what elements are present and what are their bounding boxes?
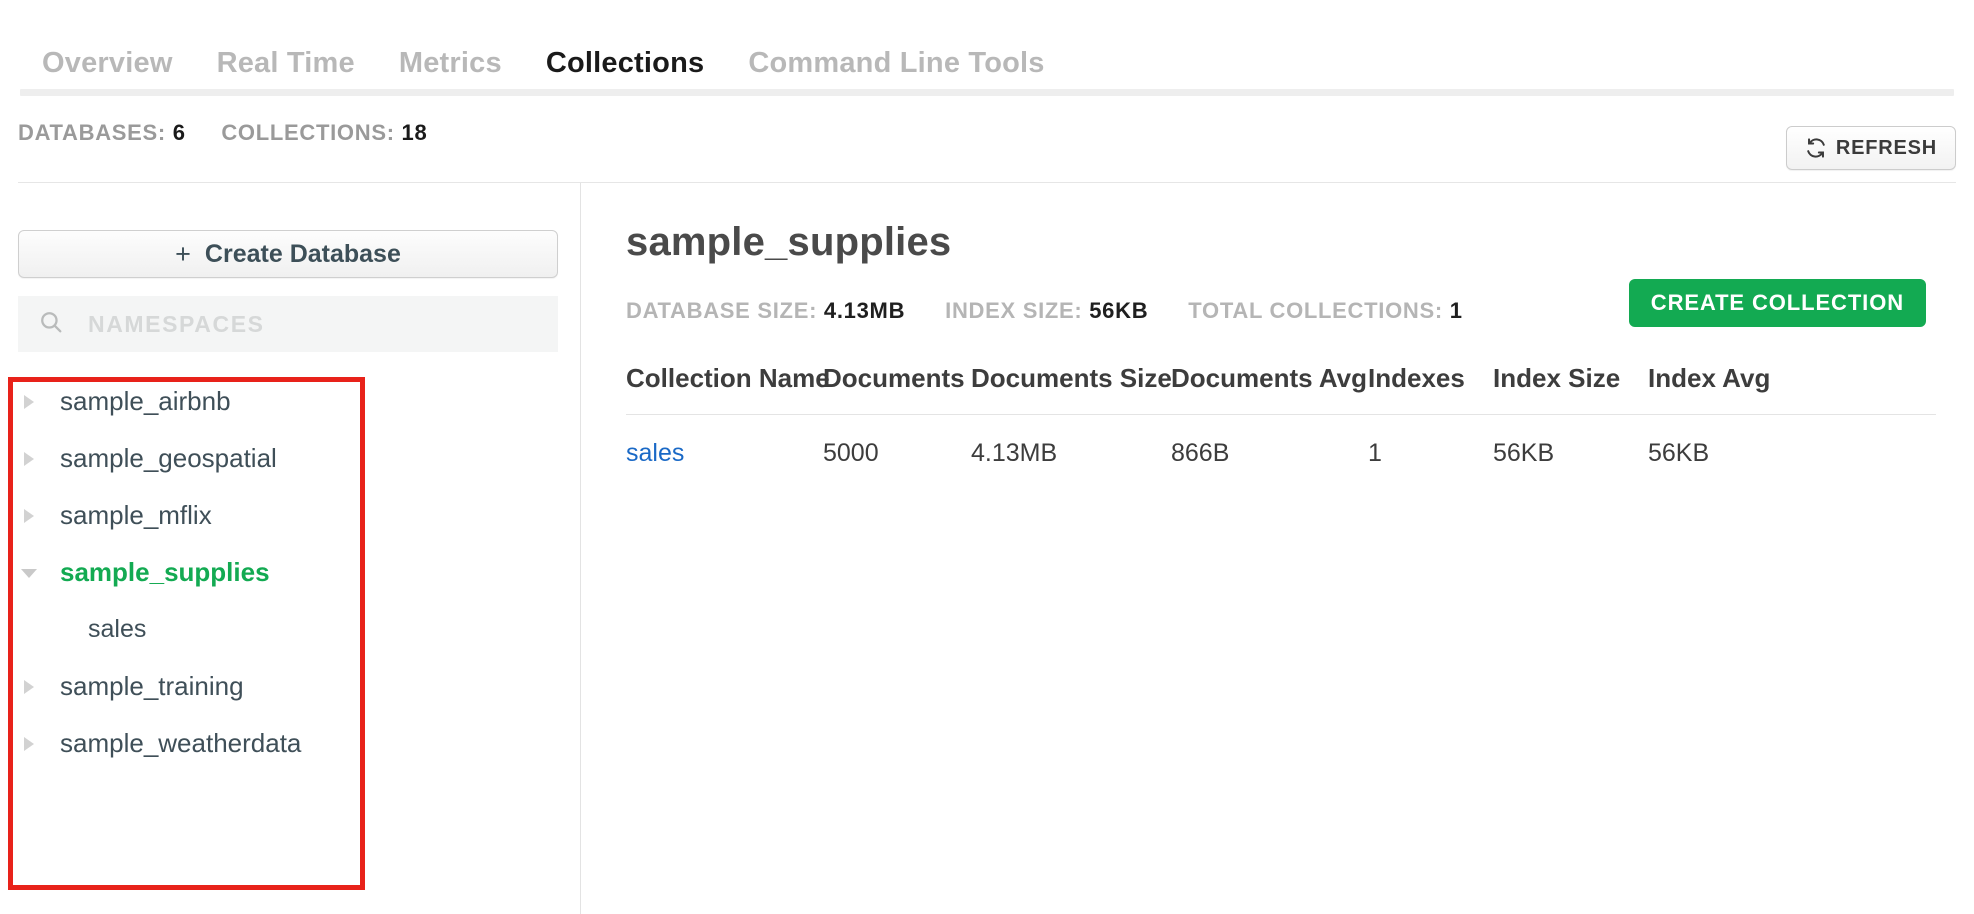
- databases-count: 6: [173, 120, 186, 145]
- tree-item-label: sample_weatherdata: [60, 728, 301, 759]
- tab-overview-label: Overview: [42, 47, 173, 79]
- collections-table-body: sales 5000 4.13MB 866B 1 56KB 56KB: [626, 415, 1936, 493]
- create-collection-button[interactable]: CREATE COLLECTION: [1629, 279, 1926, 327]
- cell-documents: 5000: [823, 415, 971, 493]
- chevron-down-icon[interactable]: [16, 565, 42, 581]
- tree-item-label: sample_mflix: [60, 500, 212, 531]
- cell-collection-name: sales: [626, 415, 823, 493]
- collections-count: 18: [402, 120, 428, 145]
- tab-collections-label: Collections: [546, 47, 705, 79]
- create-collection-label: CREATE COLLECTION: [1651, 290, 1904, 316]
- table-row: sales 5000 4.13MB 866B 1 56KB 56KB: [626, 415, 1936, 493]
- tab-bar-rule: [20, 89, 1954, 96]
- tree-item-sample-airbnb[interactable]: sample_airbnb: [0, 373, 580, 430]
- collections-table-container: Collection Name Documents Documents Size…: [626, 363, 1936, 492]
- refresh-icon: [1805, 137, 1827, 159]
- index-size-label: INDEX SIZE:: [945, 298, 1082, 323]
- namespace-sidebar: + Create Database NAMESPACES sample_airb…: [0, 183, 580, 914]
- collection-link-sales[interactable]: sales: [626, 439, 684, 467]
- tree-item-sales[interactable]: sales: [0, 601, 580, 658]
- database-size-stat: DATABASE SIZE: 4.13MB: [626, 298, 905, 324]
- database-size-value: 4.13MB: [824, 298, 905, 323]
- column-header-index-avg[interactable]: Index Avg: [1648, 363, 1936, 415]
- tree-item-label: sample_training: [60, 671, 244, 702]
- cell-indexes: 1: [1368, 415, 1493, 493]
- namespace-tree: sample_airbnb sample_geospatial sample_m…: [0, 373, 580, 772]
- column-header-documents[interactable]: Documents: [823, 363, 971, 415]
- tab-command-line-tools-label: Command Line Tools: [748, 47, 1044, 79]
- chevron-right-icon[interactable]: [16, 678, 42, 696]
- cell-documents-size: 4.13MB: [971, 415, 1171, 493]
- main-tab-bar: Overview Real Time Metrics Collections C…: [0, 0, 1974, 96]
- cell-index-size: 56KB: [1493, 415, 1648, 493]
- namespace-search-placeholder: NAMESPACES: [88, 311, 265, 338]
- column-header-documents-avg[interactable]: Documents Avg: [1171, 363, 1368, 415]
- database-counts: DATABASES: 6 COLLECTIONS: 18: [18, 120, 427, 146]
- database-meta-row: DATABASE SIZE: 4.13MB INDEX SIZE: 56KB T…: [626, 298, 1463, 324]
- total-collections-value: 1: [1450, 298, 1463, 323]
- refresh-button[interactable]: REFRESH: [1786, 126, 1956, 170]
- tab-metrics-label: Metrics: [399, 47, 502, 79]
- refresh-button-label: REFRESH: [1836, 137, 1937, 160]
- column-header-indexes[interactable]: Indexes: [1368, 363, 1493, 415]
- chevron-right-icon[interactable]: [16, 393, 42, 411]
- create-database-button[interactable]: + Create Database: [18, 230, 558, 278]
- tree-item-sample-weatherdata[interactable]: sample_weatherdata: [0, 715, 580, 772]
- create-database-label: Create Database: [205, 240, 401, 269]
- total-collections-stat: TOTAL COLLECTIONS: 1: [1188, 298, 1462, 324]
- chevron-right-icon[interactable]: [16, 507, 42, 525]
- tree-item-sample-supplies[interactable]: sample_supplies: [0, 544, 580, 601]
- total-collections-label: TOTAL COLLECTIONS:: [1188, 298, 1443, 323]
- tree-item-sample-training[interactable]: sample_training: [0, 658, 580, 715]
- table-header-row: Collection Name Documents Documents Size…: [626, 363, 1936, 415]
- collections-label: COLLECTIONS:: [221, 120, 394, 145]
- tree-item-label: sample_geospatial: [60, 443, 277, 474]
- chevron-right-icon[interactable]: [16, 735, 42, 753]
- database-stats-bar: DATABASES: 6 COLLECTIONS: 18: [0, 96, 1974, 176]
- database-detail-panel: sample_supplies DATABASE SIZE: 4.13MB IN…: [581, 183, 1974, 914]
- page-title: sample_supplies: [626, 220, 951, 265]
- collections-table-head: Collection Name Documents Documents Size…: [626, 363, 1936, 415]
- index-size-value: 56KB: [1089, 298, 1148, 323]
- column-header-index-size[interactable]: Index Size: [1493, 363, 1648, 415]
- tree-item-sample-mflix[interactable]: sample_mflix: [0, 487, 580, 544]
- tree-item-label: sample_supplies: [60, 557, 270, 588]
- search-icon: [38, 309, 64, 340]
- databases-label: DATABASES:: [18, 120, 166, 145]
- collections-table: Collection Name Documents Documents Size…: [626, 363, 1936, 492]
- tree-item-label: sales: [88, 615, 146, 644]
- index-size-stat: INDEX SIZE: 56KB: [945, 298, 1148, 324]
- column-header-collection-name[interactable]: Collection Name: [626, 363, 823, 415]
- column-header-documents-size[interactable]: Documents Size: [971, 363, 1171, 415]
- cell-index-avg: 56KB: [1648, 415, 1936, 493]
- cell-documents-avg: 866B: [1171, 415, 1368, 493]
- tree-item-sample-geospatial[interactable]: sample_geospatial: [0, 430, 580, 487]
- namespace-search-input[interactable]: NAMESPACES: [18, 296, 558, 352]
- database-size-label: DATABASE SIZE:: [626, 298, 817, 323]
- tab-real-time-label: Real Time: [217, 47, 355, 79]
- tree-item-label: sample_airbnb: [60, 386, 231, 417]
- chevron-right-icon[interactable]: [16, 450, 42, 468]
- plus-icon: +: [175, 239, 191, 270]
